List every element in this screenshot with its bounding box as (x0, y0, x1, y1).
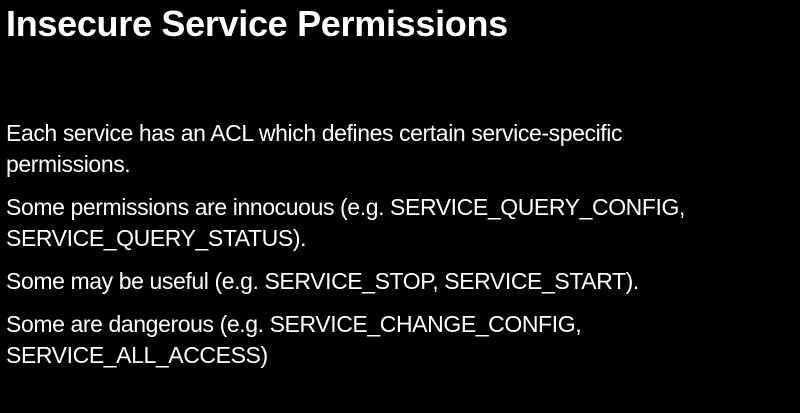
paragraph-useful-highlight: SERVICE_STOP, SERVICE_START (264, 268, 626, 294)
paragraph-dangerous-line-2: SERVICE_ALL_ACCESS) (6, 340, 796, 371)
paragraph-innocuous-line-1: Some permissions are innocuous (e.g. SER… (6, 194, 686, 220)
paragraph-acl: Each service has an ACL which defines ce… (6, 118, 796, 180)
paragraph-dangerous-highlight-1: SERVICE_CHANGE_CONFIG, (269, 311, 582, 337)
paragraph-useful-suffix: ). (625, 268, 640, 294)
paragraph-acl-line-2: permissions. (6, 151, 131, 177)
paragraph-useful-prefix: Some may be useful (e.g. (6, 268, 265, 294)
slide-title: Insecure Service Permissions (6, 3, 508, 44)
slide-body: Each service has an ACL which defines ce… (6, 118, 796, 383)
paragraph-dangerous-line-1: Some are dangerous (e.g. SERVICE_CHANGE_… (6, 309, 796, 340)
paragraph-dangerous-highlight-2: SERVICE_ALL_ACCESS (6, 342, 261, 368)
paragraph-useful: Some may be useful (e.g. SERVICE_STOP, S… (6, 266, 796, 297)
slide: Insecure Service Permissions Each servic… (0, 0, 800, 413)
paragraph-dangerous: Some are dangerous (e.g. SERVICE_CHANGE_… (6, 309, 796, 371)
paragraph-useful-line: Some may be useful (e.g. SERVICE_STOP, S… (6, 266, 796, 297)
paragraph-innocuous-line-2: SERVICE_QUERY_STATUS). (6, 225, 307, 251)
paragraph-innocuous: Some permissions are innocuous (e.g. SER… (6, 192, 796, 254)
paragraph-dangerous-prefix: Some are dangerous (e.g. (6, 311, 270, 337)
paragraph-dangerous-suffix: ) (260, 342, 268, 368)
paragraph-acl-line-1: Each service has an ACL which defines ce… (6, 120, 623, 146)
